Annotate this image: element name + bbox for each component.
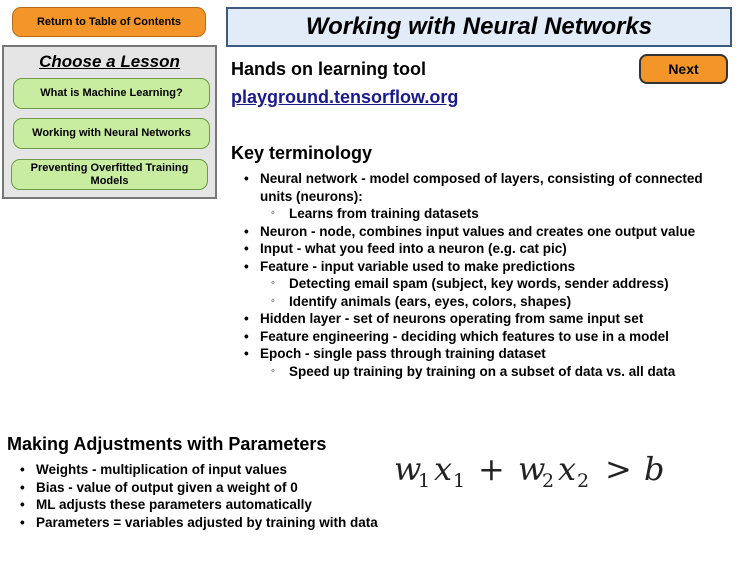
formula-b: b (644, 450, 664, 488)
term-subpoint: Speed up training by training on a subse… (242, 363, 722, 381)
term-subpoint: Detecting email spam (subject, key words… (242, 275, 722, 293)
parameter-item: ML adjusts these parameters automaticall… (18, 496, 418, 514)
lesson-menu: Choose a Lesson What is Machine Learning… (2, 45, 217, 199)
formula-plus: + (478, 450, 505, 488)
terminology-list: Neural network - model composed of layer… (242, 170, 722, 380)
formula-w1-sub: 1 (418, 470, 430, 492)
perceptron-formula: w 1 x 1 + w 2 x 2 > b (394, 450, 664, 492)
formula-x1-sub: 1 (453, 470, 465, 492)
term-subpoint: Identify animals (ears, eyes, colors, sh… (242, 293, 722, 311)
term-neuron: Neuron - node, combines input values and… (242, 223, 722, 241)
next-button[interactable]: Next (639, 54, 728, 84)
terminology-heading: Key terminology (231, 143, 373, 163)
tensorflow-playground-link[interactable]: playground.tensorflow.org (231, 87, 458, 108)
term-feature-engineering: Feature engineering - deciding which fea… (242, 328, 722, 346)
lesson-menu-heading: Choose a Lesson (39, 52, 180, 71)
formula-gt: > (605, 450, 632, 488)
formula-x1: x (434, 450, 452, 488)
term-hidden-layer: Hidden layer - set of neurons operating … (242, 310, 722, 328)
parameter-item: Weights - multiplication of input values (18, 461, 418, 479)
parameter-item: Parameters = variables adjusted by train… (18, 514, 418, 532)
tool-heading: Hands on learning tool (231, 59, 427, 79)
formula-x2: x (558, 450, 576, 488)
lesson-button-overfitted-models[interactable]: Preventing Overfitted Training Models (11, 159, 208, 190)
term-subpoint: Learns from training datasets (242, 205, 722, 223)
term-input: Input - what you feed into a neuron (e.g… (242, 240, 722, 258)
parameters-list: Weights - multiplication of input values… (18, 461, 418, 531)
lesson-button-neural-networks[interactable]: Working with Neural Networks (13, 118, 210, 149)
parameter-item: Bias - value of output given a weight of… (18, 479, 418, 497)
parameters-heading: Making Adjustments with Parameters (7, 434, 327, 454)
term-feature: Feature - input variable used to make pr… (242, 258, 722, 276)
term-epoch: Epoch - single pass through training dat… (242, 345, 722, 363)
page-title: Working with Neural Networks (226, 7, 732, 47)
return-to-toc-button[interactable]: Return to Table of Contents (12, 7, 206, 37)
formula-x2-sub: 2 (577, 470, 589, 492)
lesson-button-machine-learning[interactable]: What is Machine Learning? (13, 78, 210, 109)
formula-w2-sub: 2 (542, 470, 554, 492)
term-neural-network: Neural network - model composed of layer… (242, 170, 722, 205)
